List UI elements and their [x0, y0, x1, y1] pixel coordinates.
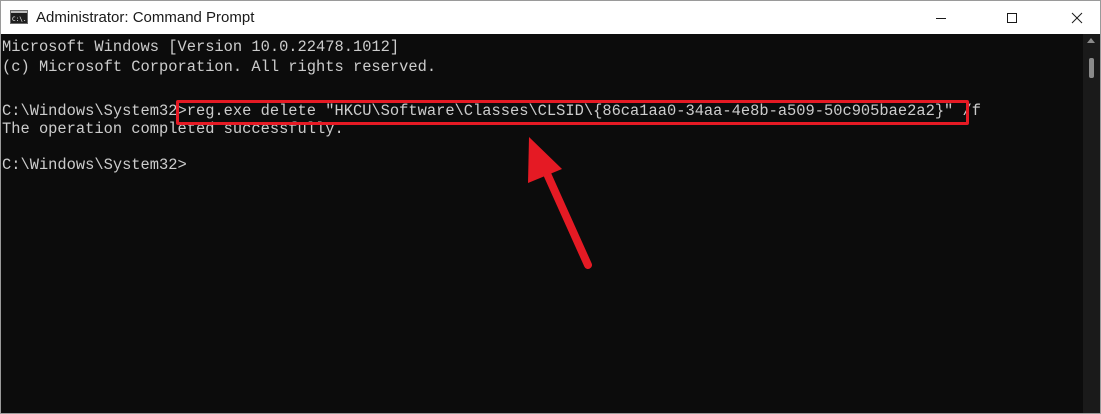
- close-button[interactable]: [1054, 1, 1100, 34]
- console-line-copyright: (c) Microsoft Corporation. All rights re…: [2, 58, 437, 76]
- vertical-scrollbar[interactable]: [1083, 34, 1100, 413]
- scroll-thumb[interactable]: [1089, 58, 1094, 78]
- console-line-version: Microsoft Windows [Version 10.0.22478.10…: [2, 38, 400, 56]
- maximize-icon: [1007, 12, 1017, 23]
- command-prompt-window: C:\. Administrator: Command Prompt Micro…: [0, 0, 1101, 414]
- title-bar[interactable]: C:\. Administrator: Command Prompt: [1, 1, 1100, 34]
- console-line-prompt[interactable]: C:\Windows\System32>: [2, 156, 187, 174]
- command-highlight-box: [176, 100, 969, 125]
- window-title: Administrator: Command Prompt: [36, 9, 255, 26]
- cmd-app-icon: C:\.: [10, 10, 28, 24]
- app-icon-label: C:\.: [12, 16, 26, 23]
- close-icon: [1071, 12, 1083, 23]
- console-output[interactable]: Microsoft Windows [Version 10.0.22478.10…: [1, 34, 1083, 413]
- scroll-up-arrow-icon[interactable]: [1087, 38, 1095, 43]
- minimize-icon: [936, 17, 946, 19]
- maximize-button[interactable]: [989, 1, 1035, 34]
- minimize-button[interactable]: [918, 1, 964, 34]
